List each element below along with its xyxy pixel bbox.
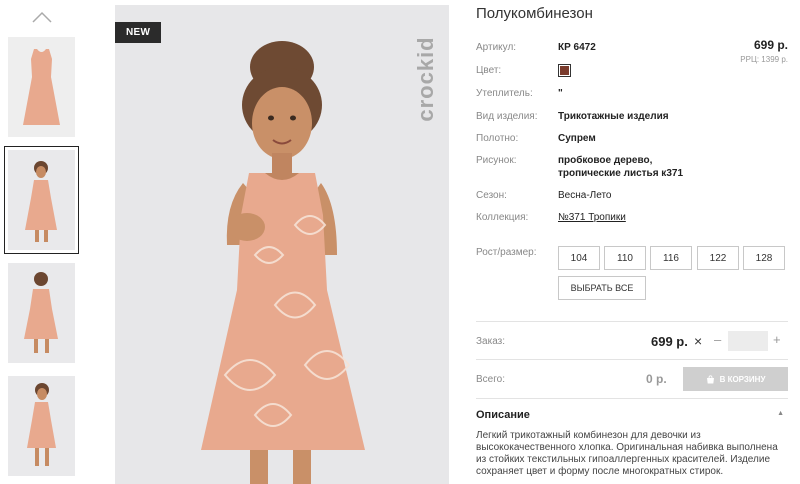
- size-option-104[interactable]: 104: [558, 246, 600, 270]
- thumbnail-girl-back[interactable]: [8, 263, 75, 363]
- size-option-122[interactable]: 122: [697, 246, 739, 270]
- attr-label: Сезон:: [476, 190, 507, 201]
- order-price: 699 р.: [651, 334, 688, 349]
- attr-value: Весна-Лето: [558, 190, 612, 201]
- thumbnail-girl-front[interactable]: [4, 146, 79, 254]
- divider: [476, 321, 788, 322]
- main-product-photo[interactable]: NEW crockid: [115, 5, 449, 484]
- order-label: Заказ:: [476, 336, 506, 347]
- attr-value-line1: пробковое дерево,: [558, 155, 653, 166]
- attr-label: Цвет:: [476, 65, 502, 76]
- size-label: Рост/размер:: [476, 247, 537, 258]
- quantity-decrement-button[interactable]: –: [714, 332, 721, 347]
- collapse-caret-icon[interactable]: ▲: [777, 410, 784, 417]
- color-swatch[interactable]: [558, 64, 571, 80]
- attr-label: Рисунок:: [476, 155, 517, 166]
- girl-in-dress-illustration: [115, 5, 449, 484]
- size-option-110[interactable]: 110: [604, 246, 646, 270]
- attr-label: Коллекция:: [476, 212, 529, 223]
- shopping-bag-icon: [706, 374, 714, 383]
- thumbnail-gallery: [0, 0, 84, 484]
- attr-value: Супрем: [558, 133, 596, 144]
- attr-label: Вид изделия:: [476, 111, 538, 122]
- product-price: 699 р.: [753, 38, 788, 52]
- quantity-increment-button[interactable]: +: [773, 332, 781, 347]
- attr-label: Утеплитель:: [476, 88, 533, 99]
- new-badge: NEW: [115, 22, 162, 43]
- chevron-up-icon[interactable]: [31, 10, 53, 24]
- size-option-116[interactable]: 116: [650, 246, 692, 270]
- recommended-retail-price: РРЦ: 1399 р.: [740, 55, 788, 64]
- collection-link[interactable]: №371 Тропики: [558, 212, 626, 223]
- attr-value: ": [558, 88, 563, 99]
- description-text: Легкий трикотажный комбинезон для девочк…: [476, 430, 778, 477]
- brand-logo: crockid: [413, 19, 439, 139]
- add-to-cart-button[interactable]: В КОРЗИНУ: [683, 367, 788, 391]
- select-all-sizes-button[interactable]: ВЫБРАТЬ ВСЕ: [558, 276, 646, 300]
- add-to-cart-label: В КОРЗИНУ: [719, 374, 766, 384]
- times-icon: ×: [694, 333, 703, 349]
- thumbnail-dress-flat[interactable]: [8, 37, 75, 137]
- quantity-input[interactable]: [728, 331, 768, 351]
- brand-logo-text: crockid: [413, 36, 438, 122]
- total-value: 0 р.: [646, 372, 667, 386]
- product-title: Полукомбинезон: [476, 5, 593, 22]
- attr-value: Трикотажные изделия: [558, 111, 669, 122]
- thumbnail-girl-side[interactable]: [8, 376, 75, 476]
- attr-value: КР 6472: [558, 42, 596, 53]
- attr-value-line2: тропические листья к371: [558, 168, 683, 179]
- attr-label: Полотно:: [476, 133, 519, 144]
- product-info-panel: Полукомбинезон 699 р. РРЦ: 1399 р. Артик…: [476, 0, 788, 484]
- divider: [476, 398, 788, 399]
- divider: [476, 359, 788, 360]
- total-label: Всего:: [476, 374, 505, 385]
- description-title[interactable]: Описание: [476, 409, 530, 421]
- size-option-128[interactable]: 128: [743, 246, 785, 270]
- attr-label: Артикул:: [476, 42, 517, 53]
